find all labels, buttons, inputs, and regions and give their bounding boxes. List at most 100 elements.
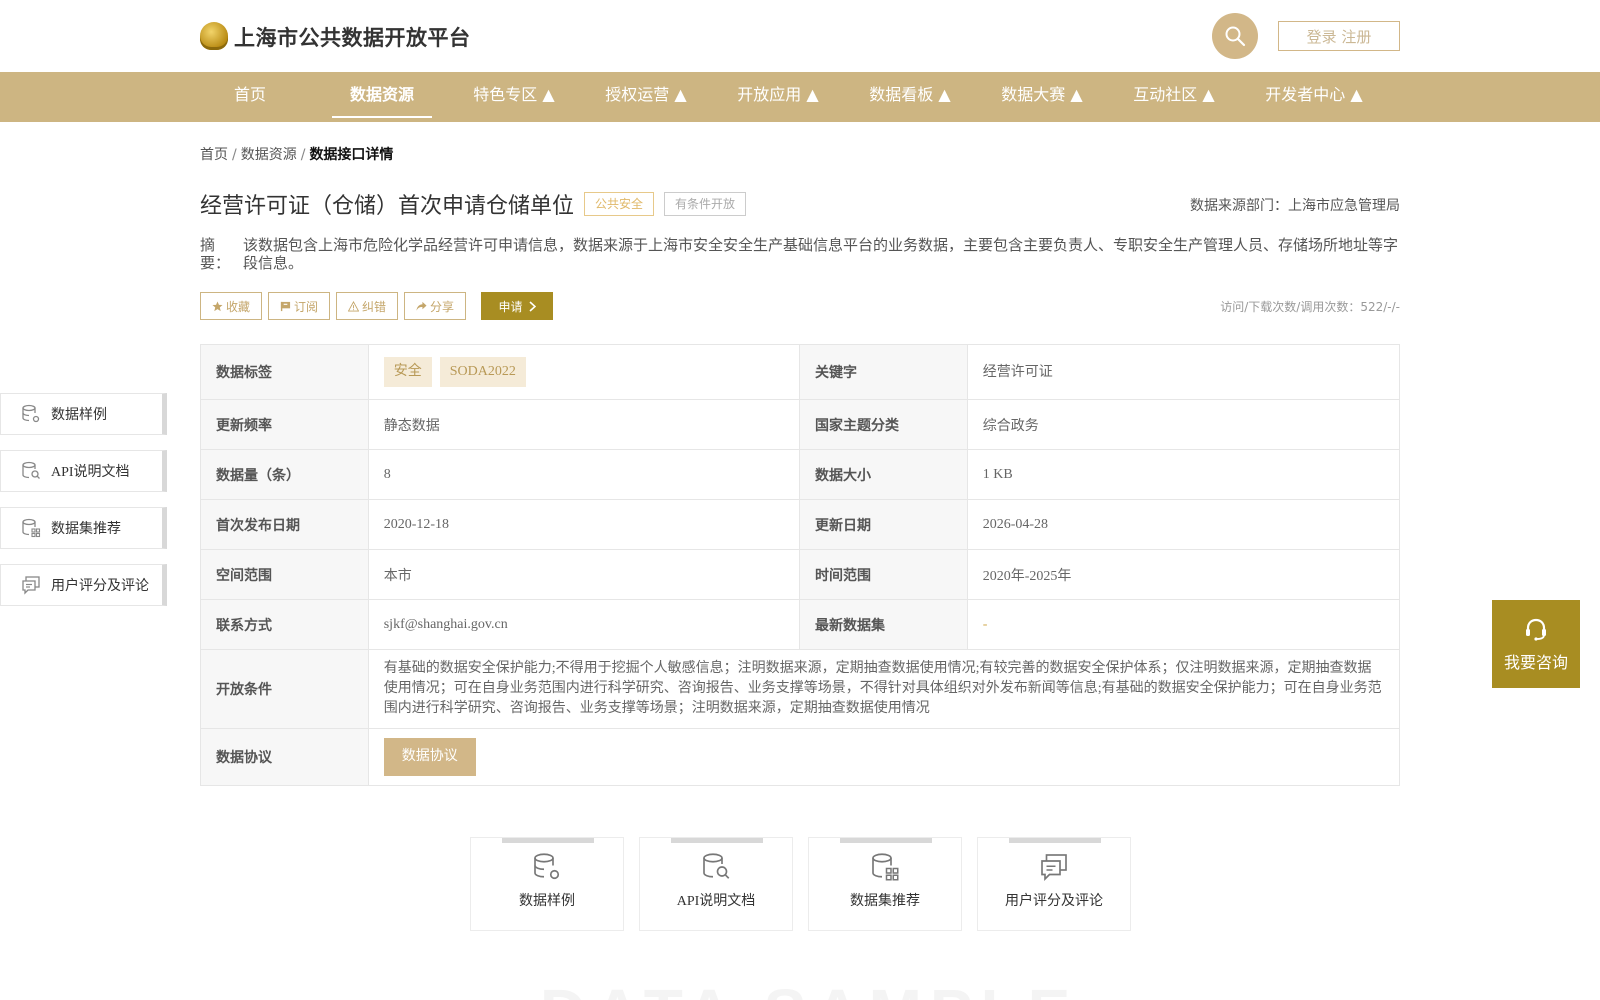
collect-label: 收藏 bbox=[225, 299, 250, 314]
main-nav: 首页 数据资源 特色专区 ▲ 授权运营 ▲ 开放应用 ▲ 数据看板 ▲ 数据大赛… bbox=[0, 72, 1600, 122]
record-count-value: 8 bbox=[369, 450, 800, 499]
table-label: 开放条件 bbox=[201, 650, 369, 728]
card-label: 数据样例 bbox=[519, 894, 575, 909]
nav-item-community[interactable]: 互动社区 ▲ bbox=[1124, 72, 1224, 122]
search-icon bbox=[1225, 26, 1246, 47]
card-label: API说明文档 bbox=[676, 894, 756, 909]
database-grid-icon bbox=[22, 518, 41, 538]
table-label: 更新日期 bbox=[800, 500, 968, 549]
keyword-value: 经营许可证 bbox=[982, 365, 1053, 380]
section-watermark: DATA SAMPLE bbox=[540, 980, 1078, 1000]
side-nav-data-sample[interactable]: 数据样例 bbox=[0, 393, 167, 435]
open-conditions-value: 有基础的数据安全保护能力;不得用于挖掘个人敏感信息；注明数据来源，定期抽查数据使… bbox=[383, 661, 1382, 716]
table-label: 时间范围 bbox=[800, 550, 968, 599]
first-publish-date-value: 2020-12-18 bbox=[369, 500, 800, 549]
breadcrumb-home[interactable]: 首页 bbox=[200, 147, 228, 163]
subscribe-button[interactable]: 订阅 bbox=[268, 292, 330, 320]
update-date-value: 2026-04-28 bbox=[982, 516, 1049, 532]
correct-button[interactable]: 纠错 bbox=[336, 292, 398, 320]
headset-icon bbox=[1526, 618, 1546, 641]
time-range-value: 2020年-2025年 bbox=[982, 568, 1072, 584]
data-size-value: 1 KB bbox=[982, 466, 1013, 482]
side-nav-dataset-recommend[interactable]: 数据集推荐 bbox=[0, 507, 167, 549]
visit-stats: 访问/下载次数/调用次数：522/-/- bbox=[1220, 300, 1400, 314]
tag-pill[interactable]: 安全 bbox=[383, 357, 432, 387]
side-nav-label: 数据样例 bbox=[51, 408, 107, 423]
source-department: 数据来源部门：上海市应急管理局 bbox=[1190, 198, 1400, 214]
side-nav-api-docs[interactable]: API说明文档 bbox=[0, 450, 167, 492]
table-row: 数据标签 安全 SODA2022 关键字 经营许可证 bbox=[201, 345, 1399, 400]
correct-label: 纠错 bbox=[361, 299, 386, 314]
table-label: 数据标签 bbox=[201, 345, 369, 399]
side-nav-label: API说明文档 bbox=[51, 465, 130, 480]
flag-icon bbox=[280, 301, 291, 311]
contact-value: sjkf@shanghai.gov.cn bbox=[369, 600, 800, 649]
table-row: 数据协议 数据协议 bbox=[201, 729, 1399, 785]
nav-item-competition[interactable]: 数据大赛 ▲ bbox=[992, 72, 1092, 122]
table-row: 首次发布日期 2020-12-18 更新日期 2026-04-28 bbox=[201, 500, 1399, 550]
card-top-bar bbox=[1009, 838, 1101, 843]
search-button[interactable] bbox=[1212, 13, 1258, 59]
nav-item-open-apps[interactable]: 开放应用 ▲ bbox=[728, 72, 828, 122]
data-protocol-button[interactable]: 数据协议 bbox=[383, 738, 476, 776]
table-label: 数据大小 bbox=[800, 450, 968, 499]
database-search-icon bbox=[703, 853, 730, 879]
table-label: 最新数据集 bbox=[800, 600, 968, 649]
protocol-cell: 数据协议 bbox=[369, 729, 1399, 785]
subscribe-label: 订阅 bbox=[293, 299, 318, 314]
tag-pill[interactable]: SODA2022 bbox=[439, 357, 526, 387]
consult-label: 我要咨询 bbox=[1503, 653, 1568, 672]
site-header: 上海市公共数据开放平台 登录 注册 bbox=[0, 0, 1600, 72]
breadcrumb-current: 数据接口详情 bbox=[309, 147, 394, 163]
table-row: 空间范围 本市 时间范围 2020年-2025年 bbox=[201, 550, 1399, 600]
breadcrumb-separator: / bbox=[300, 147, 306, 163]
nav-item-featured[interactable]: 特色专区 ▲ bbox=[464, 72, 564, 122]
table-label: 联系方式 bbox=[201, 600, 369, 649]
table-row: 数据量（条） 8 数据大小 1 KB bbox=[201, 450, 1399, 500]
apply-button[interactable]: 申请 bbox=[481, 292, 553, 320]
share-button[interactable]: 分享 bbox=[404, 292, 466, 320]
login-register-button[interactable]: 登录 注册 bbox=[1278, 21, 1400, 51]
breadcrumb: 首页 / 数据资源 / 数据接口详情 bbox=[200, 144, 393, 164]
site-title[interactable]: 上海市公共数据开放平台 bbox=[234, 22, 471, 52]
site-logo-icon[interactable] bbox=[200, 22, 228, 50]
latest-dataset-link[interactable]: - bbox=[983, 617, 988, 633]
nav-item-authorized-ops[interactable]: 授权运营 ▲ bbox=[596, 72, 696, 122]
database-settings-icon bbox=[534, 853, 560, 880]
side-nav-ratings[interactable]: 用户评分及评论 bbox=[0, 564, 167, 606]
database-settings-icon bbox=[22, 404, 40, 423]
breadcrumb-data-resources[interactable]: 数据资源 bbox=[241, 147, 297, 163]
category-tag: 公共安全 bbox=[584, 192, 654, 216]
comment-icon bbox=[1041, 854, 1067, 881]
card-data-sample[interactable]: 数据样例 bbox=[470, 837, 624, 931]
share-icon bbox=[416, 301, 427, 311]
table-label: 数据协议 bbox=[201, 729, 369, 785]
table-row: 更新频率 静态数据 国家主题分类 综合政务 bbox=[201, 400, 1399, 450]
warning-icon bbox=[347, 300, 359, 312]
card-label: 数据集推荐 bbox=[850, 894, 920, 909]
card-ratings[interactable]: 用户评分及评论 bbox=[977, 837, 1131, 931]
nav-item-home[interactable]: 首页 bbox=[210, 72, 290, 122]
table-label: 空间范围 bbox=[201, 550, 369, 599]
table-row: 开放条件 有基础的数据安全保护能力;不得用于挖掘个人敏感信息；注明数据来源，定期… bbox=[201, 650, 1399, 729]
page-title: 经营许可证（仓储）首次申请仓储单位 bbox=[200, 194, 575, 219]
database-grid-icon bbox=[872, 853, 899, 881]
card-dataset-recommend[interactable]: 数据集推荐 bbox=[808, 837, 962, 931]
nav-item-dashboard[interactable]: 数据看板 ▲ bbox=[860, 72, 960, 122]
share-label: 分享 bbox=[429, 299, 454, 314]
card-api-docs[interactable]: API说明文档 bbox=[639, 837, 793, 931]
nav-item-developer[interactable]: 开发者中心 ▲ bbox=[1256, 72, 1372, 122]
table-row: 联系方式 sjkf@shanghai.gov.cn 最新数据集 - bbox=[201, 600, 1399, 650]
collect-button[interactable]: 收藏 bbox=[200, 292, 262, 320]
breadcrumb-separator: / bbox=[232, 147, 237, 163]
nav-item-data-resources[interactable]: 数据资源 bbox=[332, 72, 432, 122]
card-top-bar bbox=[840, 838, 932, 843]
side-nav-label: 用户评分及评论 bbox=[51, 579, 149, 594]
chevron-right-icon bbox=[528, 300, 536, 312]
space-range-value: 本市 bbox=[369, 550, 800, 599]
consult-button[interactable]: 我要咨询 bbox=[1492, 600, 1580, 688]
card-top-bar bbox=[671, 838, 763, 843]
side-nav-label: 数据集推荐 bbox=[51, 522, 121, 537]
table-label: 国家主题分类 bbox=[800, 400, 968, 449]
comment-icon bbox=[22, 576, 40, 595]
